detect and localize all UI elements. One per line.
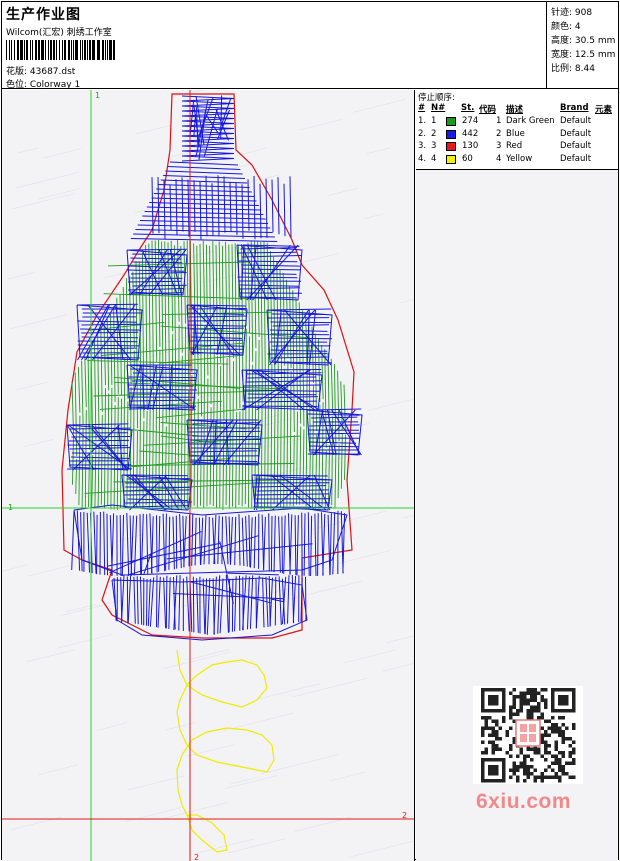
cell-index: 3. [418,141,427,151]
column-header: St. [461,103,475,113]
cell-brand: Default [560,128,592,139]
stop-sequence-table: 停止顺序: # N# St. 代码 描述 Brand 元素 1. 1 274 1 Dar… [416,90,618,170]
side-panel: 停止顺序: # N# St. 代码 描述 Brand 元素 1. 1 274 1 Dar… [416,90,618,861]
watermark: 6xiu.com [476,790,572,813]
production-worksheet: 生产作业图 Wilcom(汇宏) 刺绣工作室 花版: 43687.dst 色位:… [1,1,619,861]
stat-stitches: 针迹: 908 [551,8,593,18]
guide-label-h-end: 2 [402,811,407,820]
yellow-stitch-block [176,649,275,853]
column-header: 元素 [595,105,613,115]
cell-index: 2. [418,128,427,139]
design-file-name: 花版: 43687.dst [6,67,76,77]
guide-label-v-start: 1 [95,91,100,100]
cell-needle: 3 [431,141,437,151]
stat-colors: 颜色: 4 [551,22,581,32]
guide-label-h-start: 1 [8,503,13,512]
color-swatch [446,117,456,126]
cell-description: Yellow [506,153,533,164]
cell-stitches: 130 [462,141,479,151]
embroidery-preview: 1 1 2 2 [2,90,414,861]
colorway-name: 色位: Colorway 1 [6,80,81,90]
color-swatch [446,154,456,164]
stop-row: 3. 3 130 3 Red Default [416,141,618,153]
cell-code: 3 [496,141,502,151]
worksheet-header: 生产作业图 Wilcom(汇宏) 刺绣工作室 花版: 43687.dst 色位:… [2,2,618,90]
header-info: 生产作业图 Wilcom(汇宏) 刺绣工作室 花版: 43687.dst 色位:… [2,2,547,90]
page-title: 生产作业图 [6,7,81,23]
cell-needle: 2 [431,128,437,139]
cell-description: Red [506,141,523,151]
cell-code: 2 [496,128,502,139]
stop-row: 4. 4 60 4 Yellow Default [416,154,618,166]
cell-index: 4. [418,153,427,164]
column-header: N# [431,103,446,113]
column-header: # [418,103,426,113]
cell-stitches: 60 [462,153,473,164]
cell-needle: 1 [431,116,437,126]
cell-needle: 4 [431,153,437,164]
design-stats: 针迹: 908 颜色: 4 高度: 30.5 mm 宽度: 12.5 mm 比例… [548,2,618,89]
barcode [6,40,115,60]
stat-height: 高度: 30.5 mm [551,36,616,46]
cell-brand: Default [560,116,592,126]
column-header: 描述 [506,105,524,115]
cell-index: 1. [418,116,427,126]
color-swatch [446,129,456,139]
qr-code[interactable] [473,686,583,784]
cell-description: Dark Green [506,116,555,126]
stop-row: 2. 2 442 2 Blue Default [416,129,618,141]
column-header: 代码 [479,105,497,115]
cell-brand: Default [560,141,592,151]
cell-code: 1 [496,116,502,126]
stat-scale: 比例: 8.44 [551,64,595,74]
cell-brand: Default [560,153,592,164]
cell-code: 4 [496,153,502,164]
guide-label-v-end: 2 [194,853,199,861]
column-header: Brand [560,103,589,113]
cell-stitches: 442 [462,128,479,139]
stat-width: 宽度: 12.5 mm [551,50,616,60]
cell-stitches: 274 [462,116,479,126]
stop-sequence-title: 停止顺序: [418,93,455,103]
color-swatch [446,142,456,151]
stop-row: 1. 1 274 1 Dark Green Default [416,116,618,128]
design-canvas[interactable]: 1 1 2 2 [2,90,415,861]
cell-description: Blue [506,128,525,139]
company-name: Wilcom(汇宏) 刺绣工作室 [6,28,112,38]
